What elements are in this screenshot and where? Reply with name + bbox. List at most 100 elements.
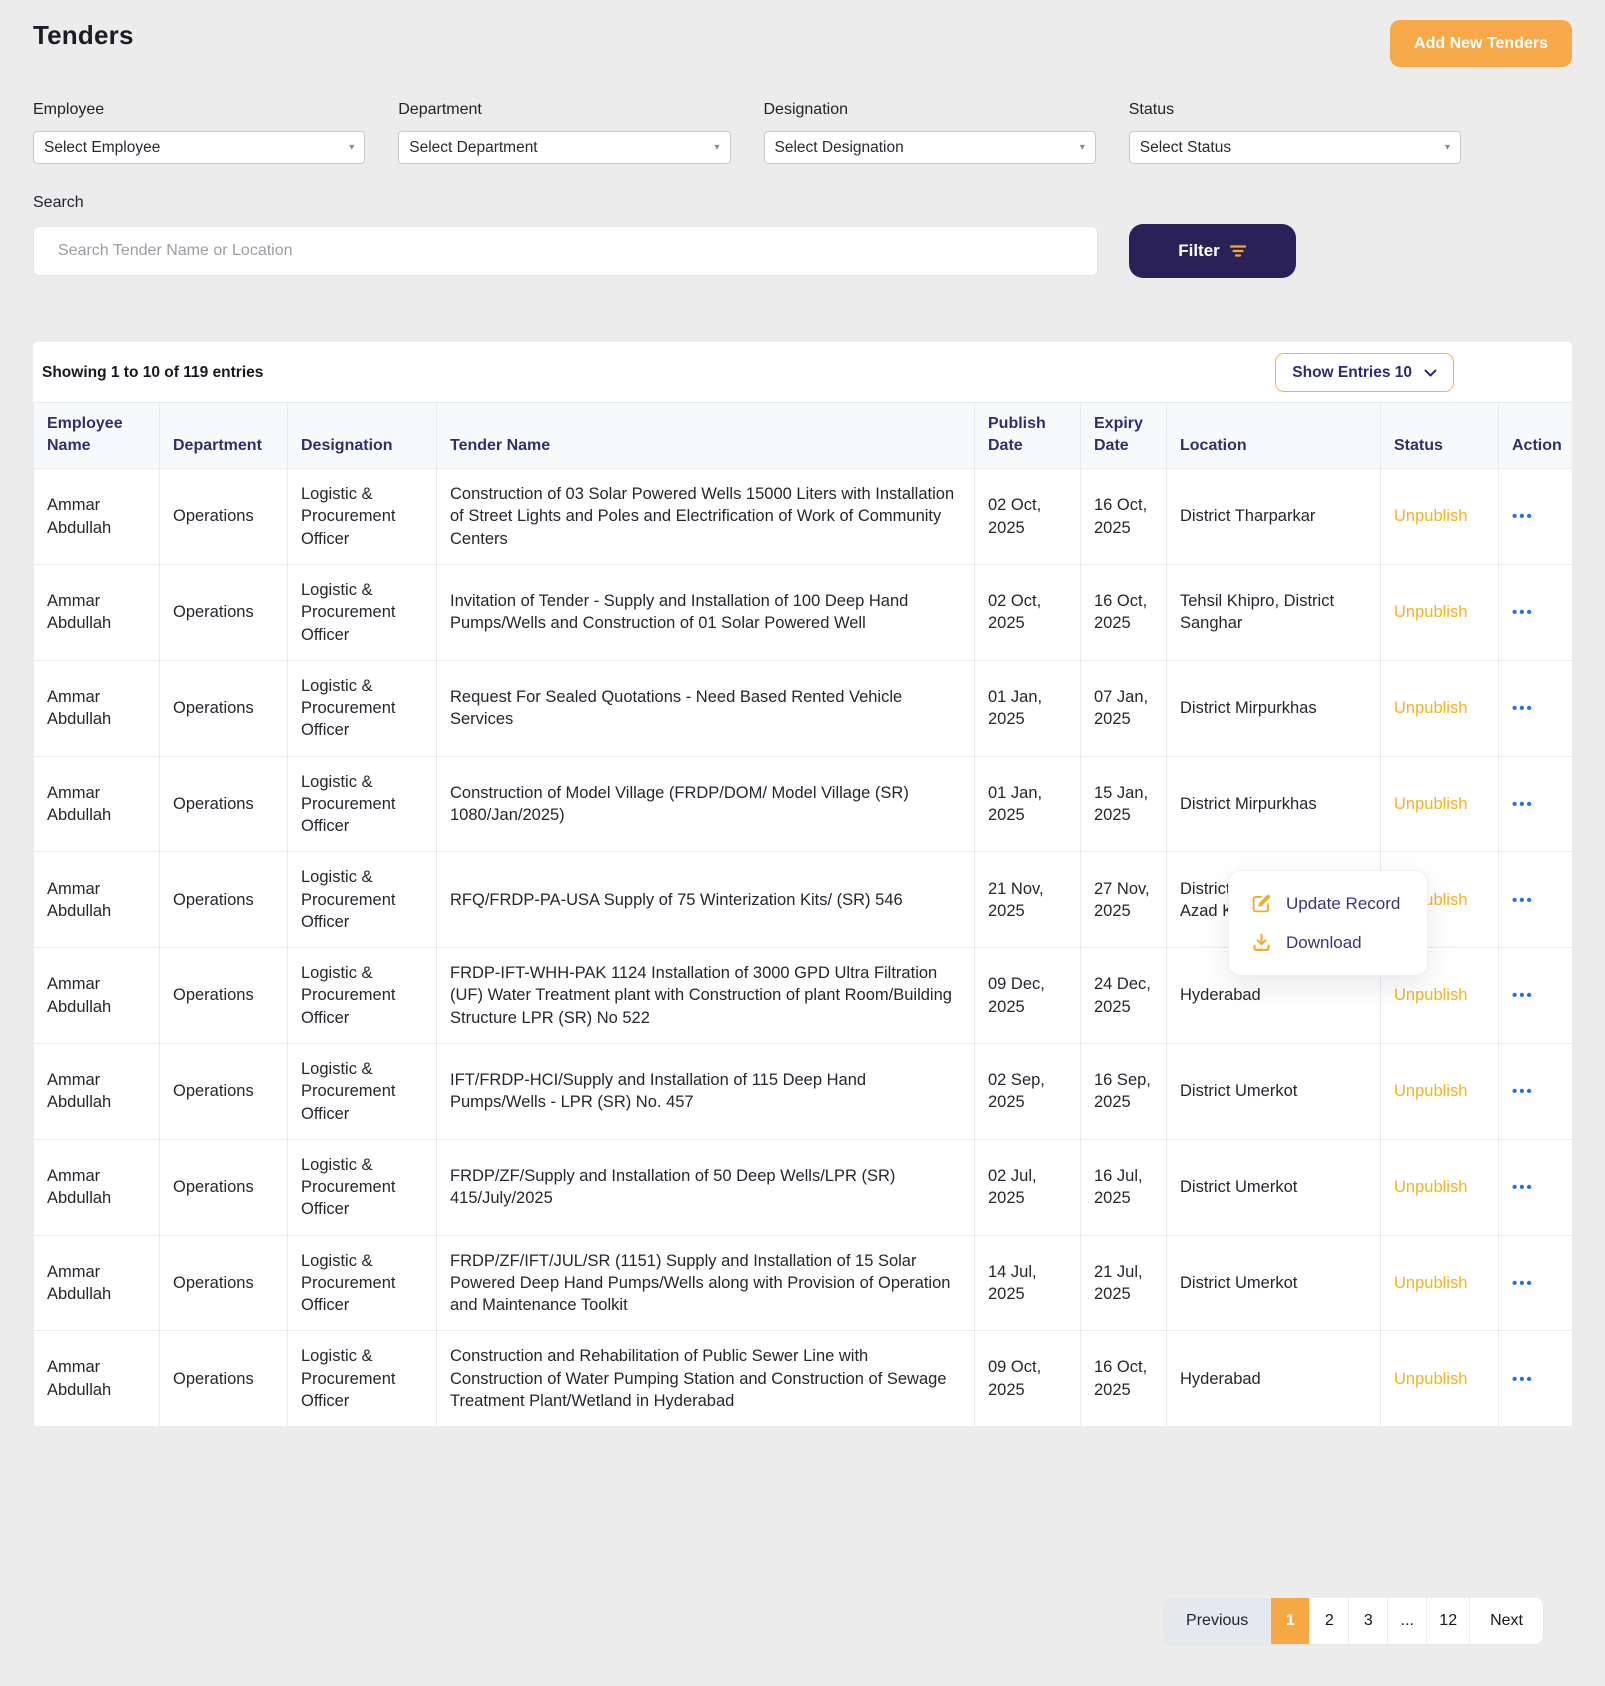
department-cell: Operations (160, 1139, 288, 1235)
caret-down-icon: ▾ (349, 143, 354, 153)
designation-cell: Logistic & Procurement Officer (288, 1043, 437, 1139)
table-row: Ammar AbdullahOperationsLogistic & Procu… (34, 1331, 1573, 1427)
location-cell: District Mirpurkhas (1167, 756, 1381, 852)
status-unpublish-link[interactable]: Unpublish (1394, 795, 1467, 813)
filter-bar: Employee Select Employee ▾ Department Se… (33, 101, 1461, 164)
designation-cell: Logistic & Procurement Officer (288, 1235, 437, 1331)
column-header-employee-name: Employee Name (34, 403, 160, 469)
designation-select-value: Select Designation (775, 139, 904, 157)
designation-cell: Logistic & Procurement Officer (288, 756, 437, 852)
column-header-status: Status (1381, 403, 1499, 469)
menu-item-download[interactable]: Download (1229, 923, 1427, 962)
action-cell: ••• (1499, 660, 1573, 756)
status-unpublish-link[interactable]: Unpublish (1394, 1082, 1467, 1100)
status-unpublish-link[interactable]: Unpublish (1394, 699, 1467, 717)
designation-select[interactable]: Select Designation ▾ (764, 131, 1096, 164)
designation-filter-label: Designation (764, 101, 1096, 119)
action-cell: ••• (1499, 1043, 1573, 1139)
designation-cell: Logistic & Procurement Officer (288, 660, 437, 756)
department-cell: Operations (160, 1235, 288, 1331)
tender-name-cell: FRDP/ZF/Supply and Installation of 50 De… (437, 1139, 975, 1235)
row-actions-ellipsis-icon[interactable]: ••• (1512, 508, 1534, 525)
pagination-next-button[interactable]: Next (1470, 1598, 1543, 1644)
tender-name-cell: Construction of Model Village (FRDP/DOM/… (437, 756, 975, 852)
tender-name-cell: FRDP/ZF/IFT/JUL/SR (1151) Supply and Ins… (437, 1235, 975, 1331)
tender-name-cell: IFT/FRDP-HCI/Supply and Installation of … (437, 1043, 975, 1139)
caret-down-icon: ▾ (1080, 143, 1085, 153)
status-unpublish-link[interactable]: Unpublish (1394, 1178, 1467, 1196)
status-unpublish-link[interactable]: Unpublish (1394, 986, 1467, 1004)
row-actions-ellipsis-icon[interactable]: ••• (1512, 1179, 1534, 1196)
row-actions-ellipsis-icon[interactable]: ••• (1512, 1083, 1534, 1100)
menu-item-update-record[interactable]: Update Record (1229, 884, 1427, 923)
top-section: Tenders Add New Tenders Employee Select … (0, 0, 1605, 278)
chevron-down-icon (1424, 369, 1437, 377)
pagination-page-3[interactable]: 3 (1349, 1598, 1388, 1644)
status-cell: Unpublish (1381, 1139, 1499, 1235)
table-row: Ammar AbdullahOperationsLogistic & Procu… (34, 1043, 1573, 1139)
expiry-date-cell: 16 Oct, 2025 (1081, 564, 1167, 660)
add-new-tenders-button[interactable]: Add New Tenders (1390, 20, 1572, 67)
table-row: Ammar AbdullahOperationsLogistic & Procu… (34, 469, 1573, 565)
search-input[interactable] (33, 226, 1098, 276)
expiry-date-cell: 21 Jul, 2025 (1081, 1235, 1167, 1331)
pagination-page-1[interactable]: 1 (1271, 1598, 1310, 1644)
row-actions-ellipsis-icon[interactable]: ••• (1512, 604, 1534, 621)
status-unpublish-link[interactable]: Unpublish (1394, 507, 1467, 525)
employee-name-cell: Ammar Abdullah (34, 1331, 160, 1427)
action-cell: ••• (1499, 469, 1573, 565)
department-cell: Operations (160, 948, 288, 1044)
employee-name-cell: Ammar Abdullah (34, 1235, 160, 1331)
department-filter-label: Department (398, 101, 730, 119)
row-actions-ellipsis-icon[interactable]: ••• (1512, 796, 1534, 813)
column-header-designation: Designation (288, 403, 437, 469)
row-actions-ellipsis-icon[interactable]: ••• (1512, 892, 1534, 909)
column-header-expiry-date: Expiry Date (1081, 403, 1167, 469)
table-header-row: Employee NameDepartmentDesignationTender… (34, 403, 1573, 469)
row-actions-ellipsis-icon[interactable]: ••• (1512, 1371, 1534, 1388)
designation-cell: Logistic & Procurement Officer (288, 948, 437, 1044)
pagination-previous-button[interactable]: Previous (1164, 1598, 1271, 1644)
publish-date-cell: 02 Oct, 2025 (975, 564, 1081, 660)
status-unpublish-link[interactable]: Unpublish (1394, 603, 1467, 621)
status-unpublish-link[interactable]: Unpublish (1394, 1370, 1467, 1388)
department-cell: Operations (160, 1043, 288, 1139)
edit-icon (1251, 893, 1272, 914)
filter-button[interactable]: Filter (1129, 224, 1296, 278)
action-cell: ••• (1499, 564, 1573, 660)
status-cell: Unpublish (1381, 1043, 1499, 1139)
row-actions-ellipsis-icon[interactable]: ••• (1512, 1275, 1534, 1292)
publish-date-cell: 02 Jul, 2025 (975, 1139, 1081, 1235)
publish-date-cell: 01 Jan, 2025 (975, 756, 1081, 852)
employee-name-cell: Ammar Abdullah (34, 756, 160, 852)
pagination-page-12[interactable]: 12 (1427, 1598, 1470, 1644)
show-entries-dropdown[interactable]: Show Entries 10 (1275, 353, 1454, 392)
row-actions-ellipsis-icon[interactable]: ••• (1512, 987, 1534, 1004)
table-row: Ammar AbdullahOperationsLogistic & Procu… (34, 756, 1573, 852)
employee-select[interactable]: Select Employee ▾ (33, 131, 365, 164)
department-select[interactable]: Select Department ▾ (398, 131, 730, 164)
status-filter: Status Select Status ▾ (1129, 101, 1461, 164)
action-cell: ••• (1499, 852, 1573, 948)
status-unpublish-link[interactable]: Unpublish (1394, 1274, 1467, 1292)
pagination-page-2[interactable]: 2 (1310, 1598, 1349, 1644)
tender-name-cell: Construction of 03 Solar Powered Wells 1… (437, 469, 975, 565)
expiry-date-cell: 16 Oct, 2025 (1081, 1331, 1167, 1427)
expiry-date-cell: 24 Dec, 2025 (1081, 948, 1167, 1044)
column-header-department: Department (160, 403, 288, 469)
employee-name-cell: Ammar Abdullah (34, 852, 160, 948)
expiry-date-cell: 16 Sep, 2025 (1081, 1043, 1167, 1139)
column-header-action: Action (1499, 403, 1573, 469)
status-select[interactable]: Select Status ▾ (1129, 131, 1461, 164)
tenders-table-card: Showing 1 to 10 of 119 entries Show Entr… (33, 342, 1572, 1427)
filter-button-label: Filter (1178, 241, 1220, 261)
page-header: Tenders Add New Tenders (33, 20, 1572, 67)
department-cell: Operations (160, 564, 288, 660)
status-select-value: Select Status (1140, 139, 1231, 157)
menu-item-label: Update Record (1286, 894, 1400, 914)
department-filter: Department Select Department ▾ (398, 101, 730, 164)
row-actions-ellipsis-icon[interactable]: ••• (1512, 700, 1534, 717)
search-label: Search (33, 194, 1572, 212)
department-cell: Operations (160, 660, 288, 756)
designation-cell: Logistic & Procurement Officer (288, 564, 437, 660)
